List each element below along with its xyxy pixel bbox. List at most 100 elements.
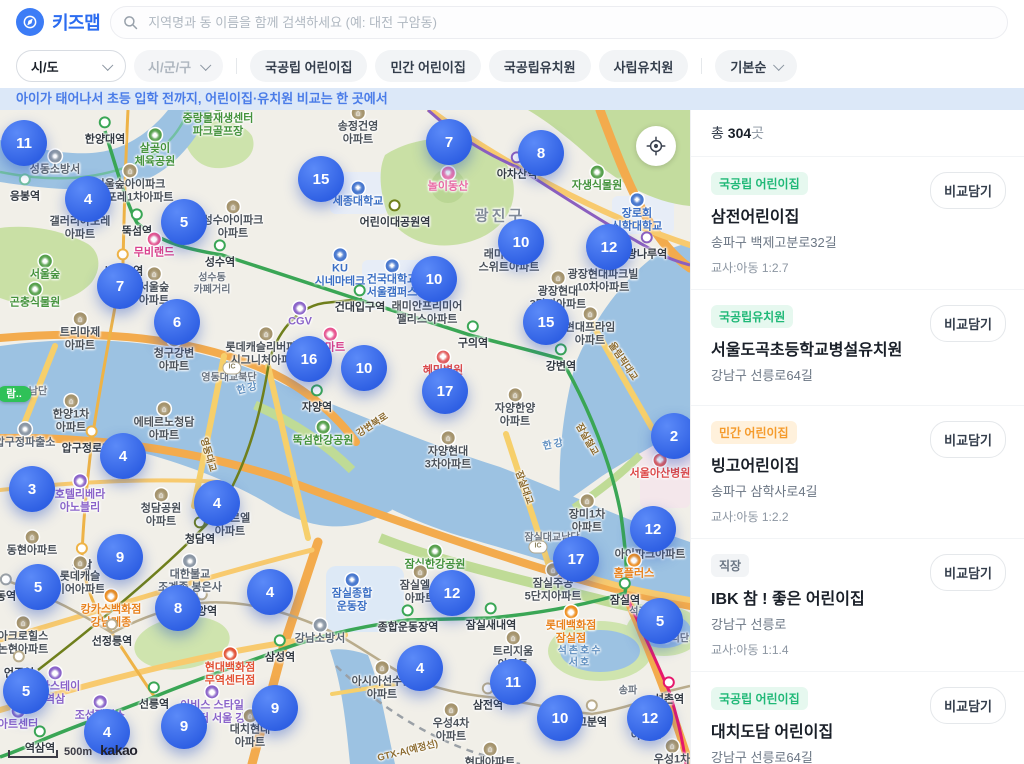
station-icon [389,199,401,211]
compare-add-button[interactable]: 비교담기 [930,421,1006,458]
map-label: 응봉역 [10,173,40,202]
apt-icon: ⌂ [157,402,170,415]
map-cluster-marker[interactable]: 7 [426,119,472,165]
category-filter-pill-3[interactable]: 사립유치원 [599,50,689,82]
category-filter-pill-0[interactable]: 국공립 어린이집 [250,50,367,82]
map-label: ⌂송정건영아파트 [338,110,378,146]
map-label: 한양대역 [85,116,125,145]
map-cluster-marker[interactable]: 10 [537,695,583,741]
map-cluster-marker[interactable]: 10 [411,256,457,302]
station-icon [485,602,497,614]
station-icon [0,573,12,585]
map-cluster-marker[interactable]: 5 [161,199,207,245]
map-cluster-marker[interactable]: 10 [498,219,544,265]
facility-card[interactable]: 민간 어린이집빙고어린이집송파구 삼학사로4길교사:아동 1:2.2비교담기 [691,406,1024,539]
map-cluster-marker[interactable]: 9 [161,703,207,749]
facility-card[interactable]: 국공립 어린이집대치도담 어린이집강남구 선릉로64길교사:아동 1:2.7비교… [691,672,1024,764]
map-cluster-marker[interactable]: 15 [523,299,569,345]
map-label: 삼성역 [265,634,295,663]
school-icon: ✦ [385,259,398,272]
map-cluster-marker[interactable]: 12 [586,224,632,270]
purple-icon: ◆ [93,695,106,708]
chevron-down-icon [102,60,113,71]
map-cluster-marker[interactable]: 2 [651,413,690,459]
station-icon [586,699,598,711]
school-icon: ✦ [333,248,346,261]
category-filter-pill-2[interactable]: 국공립유치원 [489,50,591,82]
shopO-icon: ◆ [104,589,117,602]
category-filter-pill-1[interactable]: 민간 어린이집 [375,50,480,82]
facility-type-badge: 민간 어린이집 [711,421,797,444]
compare-add-button[interactable]: 비교담기 [930,554,1006,591]
results-list: 국공립 어린이집삼전어린이집송파구 백제고분로32길교사:아동 1:2.7비교담… [691,157,1024,764]
search-bar[interactable] [110,6,1008,39]
map-cluster-marker[interactable]: 10 [341,345,387,391]
map-label: 선정릉역 [92,618,132,647]
map-cluster-marker[interactable]: 16 [286,336,332,382]
map-cluster-marker[interactable]: 9 [97,534,143,580]
map-cluster-marker[interactable]: 7 [97,263,143,309]
park-icon: ♣ [212,110,225,111]
poi-icon: ● [48,150,61,163]
map-cluster-marker[interactable]: 4 [100,433,146,479]
map-label: 강변역 [546,343,576,372]
results-panel[interactable]: 총 304곳 국공립 어린이집삼전어린이집송파구 백제고분로32길교사:아동 1… [690,110,1024,764]
app-logo[interactable]: 키즈맵 [16,8,100,36]
map-cluster-marker[interactable]: 4 [194,480,240,526]
map-cluster-marker[interactable]: 11 [1,120,47,166]
results-total: 총 304곳 [691,110,1024,157]
apt-icon: ⌂ [483,743,496,756]
map-label: 어린이대공원역 [360,199,431,228]
map-cluster-marker[interactable]: 6 [154,299,200,345]
map-cluster-marker[interactable]: 4 [397,645,443,691]
scale-label: 500m [64,746,92,758]
app-logo-text: 키즈맵 [52,9,100,35]
poi-icon: ● [18,423,31,436]
map-cluster-marker[interactable]: 11 [490,659,536,705]
map-cluster-marker[interactable]: 5 [15,564,61,610]
station-icon [19,173,31,185]
promo-banner[interactable]: 아이가 태어나서 초등 입학 전까지, 어린이집·유치원 비교는 한 곳에서 [0,88,1024,110]
facility-card[interactable]: 국공립 어린이집삼전어린이집송파구 백제고분로32길교사:아동 1:2.7비교담… [691,157,1024,290]
apt-icon: ⌂ [25,531,38,544]
map-cluster-marker[interactable]: 4 [247,569,293,615]
facility-card[interactable]: 국공립유치원서울도곡초등학교병설유치원강남구 선릉로64길비교담기 [691,290,1024,406]
facility-card[interactable]: 직장IBK 참 ! 좋은 어린이집강남구 선릉로교사:아동 1:1.4비교담기 [691,539,1024,672]
station-icon [86,425,98,437]
map-cluster-marker[interactable]: 3 [9,466,55,512]
apt-icon: ⌂ [73,556,86,569]
map-cluster-marker[interactable]: 15 [298,156,344,202]
map-cluster-marker[interactable]: 8 [155,585,201,631]
station-icon [619,577,631,589]
map-cluster-marker[interactable]: 17 [553,536,599,582]
map-cluster-marker[interactable]: 4 [65,176,111,222]
map-label: 남단 [29,386,47,398]
facility-address: 강남구 선릉로 [711,614,1004,633]
map-cluster-marker[interactable]: 8 [518,130,564,176]
filter-bar: 시/도 시/군/구 국공립 어린이집민간 어린이집 국공립유치원사립유치원 기본순 [0,44,1024,88]
map-cluster-marker[interactable]: 12 [627,695,673,741]
compare-add-button[interactable]: 비교담기 [930,687,1006,724]
map-cluster-marker[interactable]: 17 [422,368,468,414]
map-cluster-marker[interactable]: 12 [429,570,475,616]
map-cluster-marker[interactable]: 5 [637,598,683,644]
sort-select[interactable]: 기본순 [715,50,797,82]
map-cluster-marker[interactable]: 12 [630,506,676,552]
search-input[interactable] [146,14,995,31]
facility-type-badge: 국공립 어린이집 [711,172,808,195]
apt-icon: ⌂ [580,494,593,507]
map-label: ⌂우성4차아파트 [433,703,469,742]
map-label: ♣살곶이체육공원 [135,128,175,167]
map-canvas[interactable]: 한양대역♣살곶이체육공원♣중랑물재생센터파크골프장⌂송정건영아파트●성동소방서응… [0,110,690,764]
sido-select[interactable]: 시/도 [16,50,126,82]
locate-button[interactable] [636,126,676,166]
compare-add-button[interactable]: 비교담기 [930,305,1006,342]
compare-add-button[interactable]: 비교담기 [930,172,1006,209]
map-cluster-marker[interactable]: 5 [3,668,49,714]
apt-icon: ⌂ [226,200,239,213]
map-label: 송파 [619,685,637,697]
sigungu-select[interactable]: 시/군/구 [134,50,223,82]
sort-select-value: 기본순 [730,57,766,76]
map-label: 자양역 [302,384,332,413]
map-cluster-marker[interactable]: 9 [252,685,298,731]
